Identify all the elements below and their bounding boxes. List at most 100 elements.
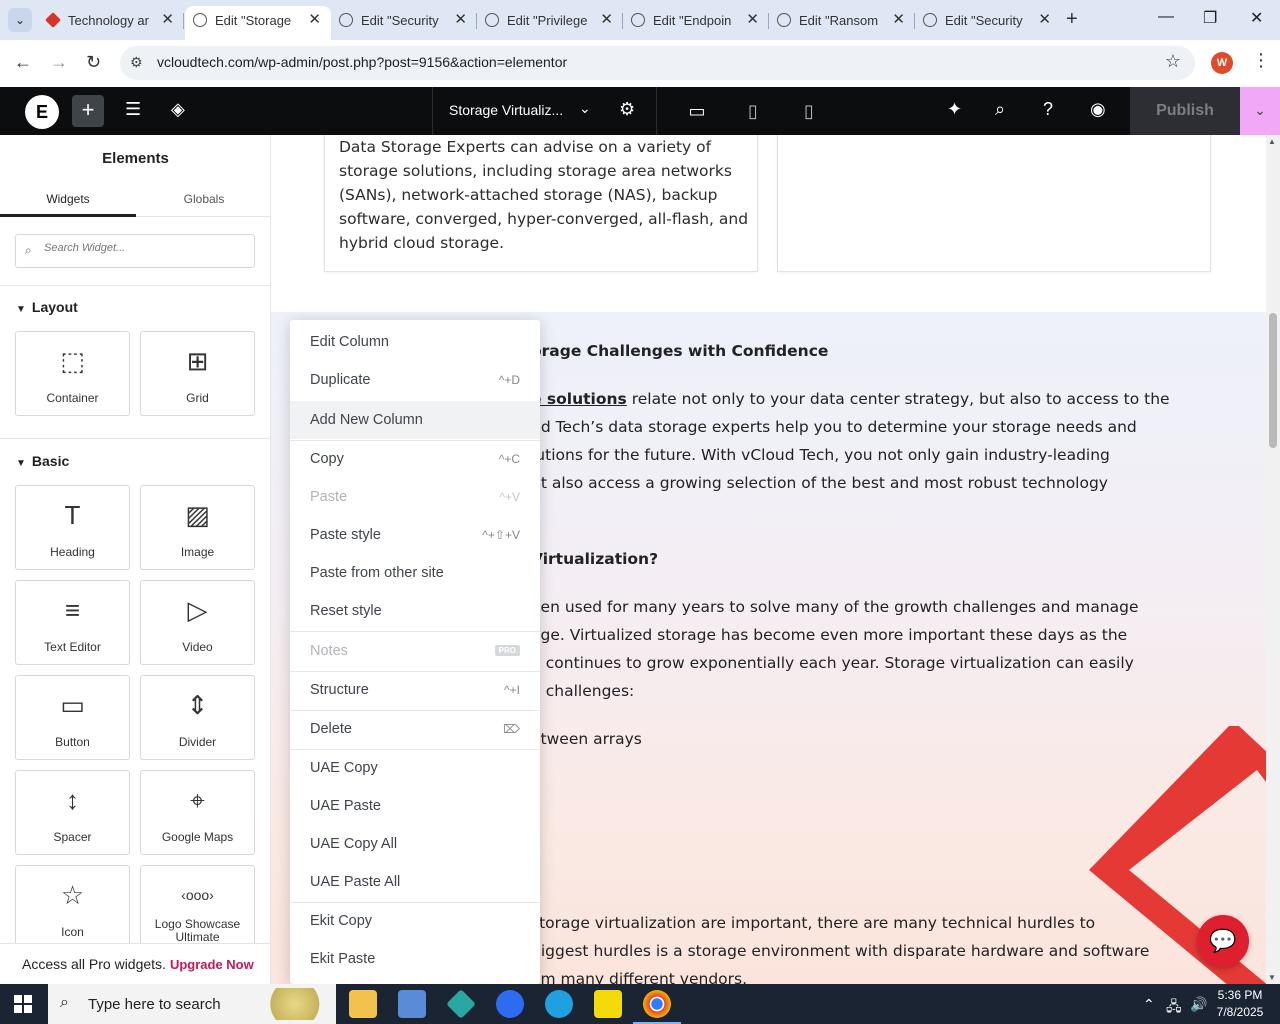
menu-item-delete[interactable]: Delete ⌦: [290, 710, 540, 748]
close-tab-icon[interactable]: ✕: [1038, 6, 1051, 34]
service-card[interactable]: [777, 135, 1211, 272]
close-tab-icon[interactable]: ✕: [161, 6, 174, 34]
restore-icon[interactable]: ❐: [1203, 8, 1217, 28]
edge-browser-icon[interactable]: [545, 990, 573, 1018]
storage-solutions-link[interactable]: e solutions: [531, 390, 627, 408]
preview-eye-icon[interactable]: ◉: [1090, 99, 1106, 120]
reload-icon[interactable]: ↻: [86, 52, 101, 73]
close-window-icon[interactable]: ✕: [1250, 8, 1263, 28]
widget-search[interactable]: ⌕: [15, 234, 255, 268]
service-card[interactable]: Data Storage Experts can advise on a var…: [324, 135, 758, 272]
close-tab-icon[interactable]: ✕: [600, 6, 613, 34]
forward-icon[interactable]: →: [50, 52, 68, 73]
menu-item-notes[interactable]: Notes PRO: [290, 632, 540, 670]
site-info-icon[interactable]: ⚙: [130, 54, 143, 71]
new-tab-icon[interactable]: +: [1066, 8, 1078, 31]
taskbar-search[interactable]: ⌕ Type here to search: [48, 984, 336, 1024]
publish-button[interactable]: Publish: [1130, 87, 1240, 135]
app-diamond-icon[interactable]: [446, 989, 476, 1019]
site-settings-icon[interactable]: ☰: [125, 99, 141, 120]
browser-tab[interactable]: Edit "Ransom ✕: [769, 6, 915, 40]
document-selector[interactable]: Storage Virtualiz... ⌄ ⚙: [432, 87, 657, 135]
tab-widgets[interactable]: Widgets: [0, 183, 136, 217]
close-tab-icon[interactable]: ✕: [308, 6, 321, 34]
sticky-notes-icon[interactable]: [594, 990, 622, 1018]
app-icon[interactable]: [398, 990, 426, 1018]
widget-button[interactable]: ▭ Button: [15, 675, 130, 760]
windows-start-icon[interactable]: [14, 995, 32, 1013]
volume-icon[interactable]: 🔊: [1190, 996, 1207, 1013]
help-icon[interactable]: ?: [1043, 99, 1053, 120]
back-icon[interactable]: ←: [14, 52, 32, 73]
bookmark-star-icon[interactable]: ☆: [1165, 51, 1181, 72]
mobile-view-icon[interactable]: ▯: [781, 87, 837, 135]
upgrade-now-link[interactable]: Upgrade Now: [170, 957, 254, 972]
browser-tab[interactable]: Edit "Privilege ✕: [477, 6, 623, 40]
widget-logo-showcase[interactable]: ‹ooo› Logo Showcase Ultimate: [140, 865, 255, 950]
scrollbar-thumb[interactable]: [1269, 313, 1277, 448]
tab-globals[interactable]: Globals: [136, 183, 270, 217]
browser-tab[interactable]: Edit "Endpoin ✕: [623, 6, 769, 40]
menu-item-duplicate[interactable]: Duplicate ^+D: [290, 361, 540, 399]
structure-layers-icon[interactable]: ◈: [171, 99, 185, 120]
menu-item-copy[interactable]: Copy ^+C: [290, 440, 540, 478]
browser-tab-active[interactable]: Edit "Storage ✕: [185, 6, 331, 40]
widget-video[interactable]: ▷ Video: [140, 580, 255, 665]
desktop-view-icon[interactable]: ▭: [669, 87, 725, 135]
menu-item-ekit-paste[interactable]: Ekit Paste: [290, 940, 540, 978]
widget-text-editor[interactable]: ≡ Text Editor: [15, 580, 130, 665]
menu-item-reset-style[interactable]: Reset style: [290, 592, 540, 630]
add-element-button[interactable]: +: [72, 95, 104, 127]
notifications-megaphone-icon[interactable]: ✦: [947, 99, 962, 120]
menu-item-paste-from-other-site[interactable]: Paste from other site: [290, 554, 540, 592]
scroll-up-icon[interactable]: ▲: [1268, 137, 1276, 146]
menu-item-structure[interactable]: Structure ^+I: [290, 671, 540, 709]
network-icon[interactable]: 🖧: [1166, 996, 1182, 1020]
chrome-icon[interactable]: [633, 990, 681, 1024]
close-tab-icon[interactable]: ✕: [746, 6, 759, 34]
scroll-down-icon[interactable]: ▼: [1268, 973, 1276, 982]
widget-container[interactable]: ⬚ Container: [15, 331, 130, 416]
menu-item-edit-column[interactable]: Edit Column: [290, 323, 540, 361]
category-layout[interactable]: ▼ Layout: [16, 299, 78, 315]
browser-tab[interactable]: Technology ar ✕: [38, 6, 184, 40]
menu-item-paste-style[interactable]: Paste style ^+⇧+V: [290, 516, 540, 554]
chevron-down-icon[interactable]: ⌄: [579, 100, 591, 117]
minimize-icon[interactable]: —: [1158, 8, 1174, 26]
widget-heading[interactable]: T Heading: [15, 485, 130, 570]
widget-search-input[interactable]: [44, 242, 244, 254]
file-explorer-icon[interactable]: [349, 990, 377, 1018]
tray-chevron-up-icon[interactable]: ⌃: [1143, 996, 1155, 1013]
widget-image[interactable]: ▨ Image: [140, 485, 255, 570]
category-basic[interactable]: ▼ Basic: [16, 453, 69, 469]
menu-item-paste[interactable]: Paste ^+V: [290, 478, 540, 516]
widget-google-maps[interactable]: ⌖ Google Maps: [140, 770, 255, 855]
menu-item-add-new-column[interactable]: Add New Column: [290, 401, 540, 439]
browser-tab[interactable]: Edit "Security ✕: [915, 6, 1061, 40]
zoom-icon[interactable]: [496, 990, 524, 1018]
browser-menu-icon[interactable]: ⋮: [1252, 50, 1270, 71]
menu-item-uae-paste-all[interactable]: UAE Paste All: [290, 863, 540, 901]
url-text[interactable]: vcloudtech.com/wp-admin/post.php?post=91…: [157, 54, 567, 70]
menu-item-uae-copy-all[interactable]: UAE Copy All: [290, 825, 540, 863]
widget-icon[interactable]: ☆ Icon: [15, 865, 130, 950]
page-settings-gear-icon[interactable]: ⚙: [619, 99, 635, 120]
address-bar[interactable]: ⚙ vcloudtech.com/wp-admin/post.php?post=…: [120, 46, 1195, 80]
chat-bubble-icon[interactable]: 💬: [1197, 915, 1249, 967]
widget-spacer[interactable]: ↕ Spacer: [15, 770, 130, 855]
browser-tab[interactable]: Edit "Security ✕: [331, 6, 477, 40]
taskbar-clock[interactable]: 5:36 PM 7/8/2025: [1212, 987, 1268, 1021]
profile-avatar[interactable]: W: [1211, 52, 1233, 74]
tablet-view-icon[interactable]: ▯: [725, 87, 781, 135]
canvas-scrollbar[interactable]: ▲ ▼: [1266, 135, 1280, 984]
elementor-logo-icon[interactable]: E: [25, 95, 59, 129]
widget-divider[interactable]: ⇕ Divider: [140, 675, 255, 760]
menu-item-uae-copy[interactable]: UAE Copy: [290, 749, 540, 787]
tab-search-dropdown[interactable]: ⌄: [8, 8, 32, 32]
search-icon[interactable]: ⌕: [995, 99, 1005, 120]
widget-grid[interactable]: ⊞ Grid: [140, 331, 255, 416]
publish-options-chevron-icon[interactable]: ⌄: [1240, 87, 1280, 135]
close-tab-icon[interactable]: ✕: [892, 6, 905, 34]
close-tab-icon[interactable]: ✕: [454, 6, 467, 34]
menu-item-ekit-copy[interactable]: Ekit Copy: [290, 902, 540, 940]
